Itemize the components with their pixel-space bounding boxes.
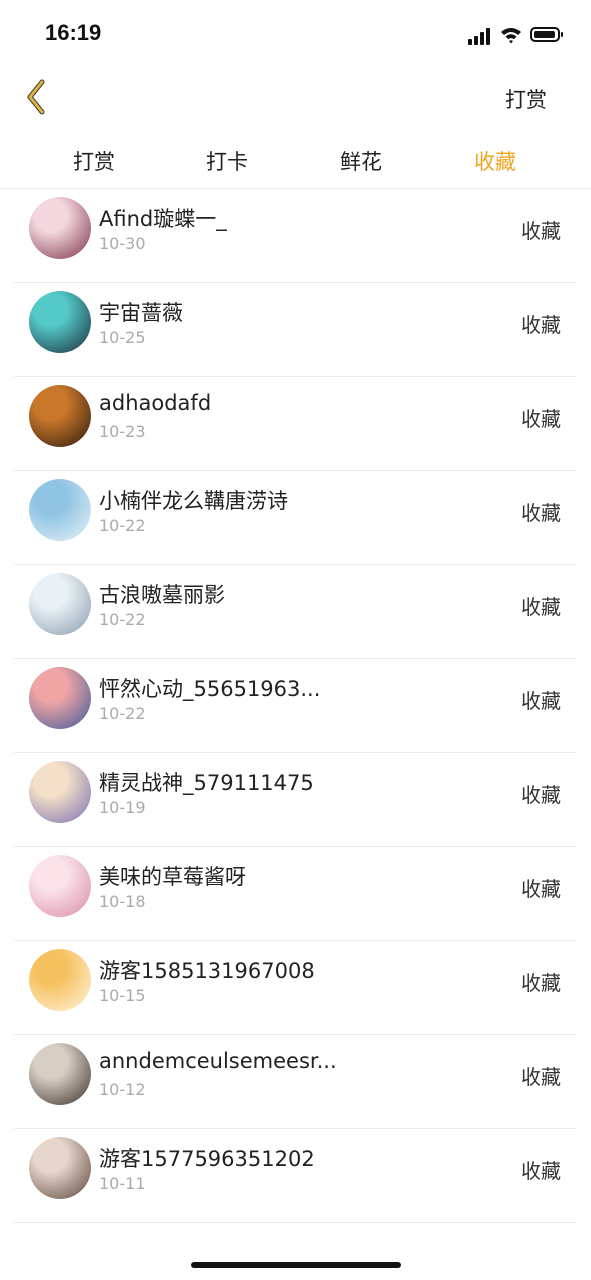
avatar[interactable] <box>29 291 91 353</box>
favorite-action-label: 收藏 <box>521 971 561 995</box>
avatar[interactable] <box>29 855 91 917</box>
user-name: 古浪嗷墓丽影 <box>99 583 225 607</box>
avatar[interactable] <box>29 667 91 729</box>
tab-checkin[interactable]: 打卡 <box>167 146 287 176</box>
item-date: 10-30 <box>99 234 146 253</box>
list-item[interactable]: Afind璇蝶一_ 10-30 收藏 <box>14 189 577 283</box>
favorites-list: Afind璇蝶一_ 10-30 收藏 宇宙蔷薇 10-25 收藏 adhaodafd 10-2… <box>0 189 591 1223</box>
nav-bar: 打赏 <box>0 70 591 126</box>
user-name: 小楠伴龙么鞲唐涝诗 <box>99 489 288 513</box>
user-name: adhaodafd <box>99 391 212 415</box>
list-item[interactable]: 美味的草莓酱呀 10-18 收藏 <box>14 847 577 941</box>
list-item[interactable]: 怦然心动_55651963... 10-22 收藏 <box>14 659 577 753</box>
chevron-left-icon <box>27 79 45 115</box>
tab-reward[interactable]: 打赏 <box>34 146 154 176</box>
avatar[interactable] <box>29 573 91 635</box>
wifi-icon <box>501 28 521 44</box>
avatar[interactable] <box>29 197 91 259</box>
avatar[interactable] <box>29 385 91 447</box>
battery-icon <box>530 27 563 42</box>
favorite-action-label: 收藏 <box>521 783 561 807</box>
list-item[interactable]: 精灵战神_579111475 10-19 收藏 <box>14 753 577 847</box>
avatar[interactable] <box>29 1043 91 1105</box>
item-date: 10-22 <box>99 516 146 535</box>
item-date: 10-19 <box>99 798 146 817</box>
item-date: 10-23 <box>99 422 146 441</box>
favorite-action-label: 收藏 <box>521 595 561 619</box>
favorite-action-label: 收藏 <box>521 877 561 901</box>
list-item[interactable]: 游客1577596351202 10-11 收藏 <box>14 1129 577 1223</box>
item-date: 10-15 <box>99 986 146 1005</box>
item-date: 10-12 <box>99 1080 146 1099</box>
list-item[interactable]: adhaodafd 10-23 收藏 <box>14 377 577 471</box>
item-date: 10-25 <box>99 328 146 347</box>
item-date: 10-11 <box>99 1174 146 1193</box>
user-name: 游客1585131967008 <box>99 959 315 983</box>
user-name: 宇宙蔷薇 <box>99 301 183 325</box>
home-indicator <box>191 1262 401 1268</box>
list-item[interactable]: 宇宙蔷薇 10-25 收藏 <box>14 283 577 377</box>
tab-favorites[interactable]: 收藏 <box>435 146 555 176</box>
tab-bar: 打赏 打卡 鲜花 收藏 <box>0 136 591 189</box>
list-item[interactable]: anndemceulsemeesr... 10-12 收藏 <box>14 1035 577 1129</box>
avatar[interactable] <box>29 949 91 1011</box>
user-name: 游客1577596351202 <box>99 1147 315 1171</box>
avatar[interactable] <box>29 761 91 823</box>
item-date: 10-18 <box>99 892 146 911</box>
favorite-action-label: 收藏 <box>521 1065 561 1089</box>
user-name: 精灵战神_579111475 <box>99 771 314 795</box>
user-name: anndemceulsemeesr... <box>99 1049 337 1073</box>
item-date: 10-22 <box>99 704 146 723</box>
favorite-action-label: 收藏 <box>521 689 561 713</box>
favorite-action-label: 收藏 <box>521 407 561 431</box>
favorite-action-label: 收藏 <box>521 1159 561 1183</box>
favorite-action-label: 收藏 <box>521 501 561 525</box>
list-item[interactable]: 游客1585131967008 10-15 收藏 <box>14 941 577 1035</box>
favorite-action-label: 收藏 <box>521 219 561 243</box>
status-time: 16:19 <box>45 20 102 45</box>
favorite-action-label: 收藏 <box>521 313 561 337</box>
tab-flowers[interactable]: 鲜花 <box>301 146 421 176</box>
item-date: 10-22 <box>99 610 146 629</box>
list-item[interactable]: 小楠伴龙么鞲唐涝诗 10-22 收藏 <box>14 471 577 565</box>
avatar[interactable] <box>29 1137 91 1199</box>
reward-button[interactable]: 打赏 <box>505 84 547 114</box>
avatar[interactable] <box>29 479 91 541</box>
user-name: 怦然心动_55651963... <box>99 677 321 701</box>
user-name: Afind璇蝶一_ <box>99 207 227 231</box>
cellular-signal-icon <box>468 27 492 45</box>
list-item[interactable]: 古浪嗷墓丽影 10-22 收藏 <box>14 565 577 659</box>
user-name: 美味的草莓酱呀 <box>99 865 246 889</box>
back-button[interactable] <box>18 76 62 120</box>
status-bar: 16:19 <box>0 0 591 70</box>
